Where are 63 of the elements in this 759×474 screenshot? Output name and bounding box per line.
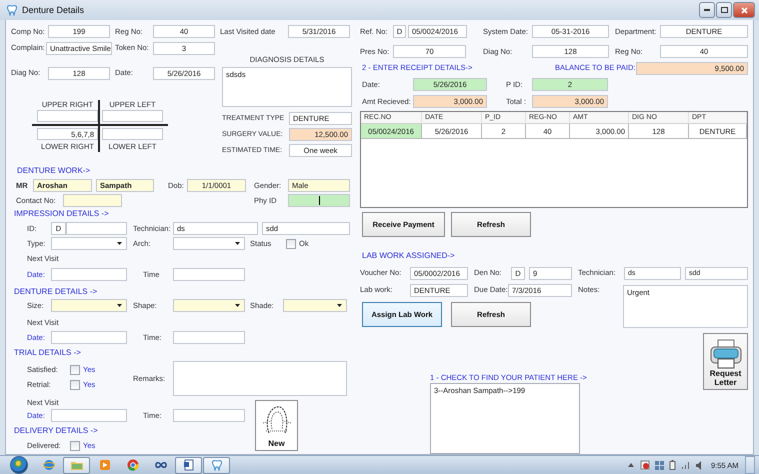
taskbar-button[interactable] [203,456,230,474]
dropdown[interactable] [173,299,245,312]
text-field[interactable] [102,128,163,140]
caret-icon [235,242,240,245]
text-field[interactable] [63,194,122,207]
speaker-icon[interactable] [696,460,703,470]
printer-icon [708,339,742,369]
checkbox[interactable] [286,238,296,248]
caret-icon [235,304,240,307]
tooth-icon [210,459,222,471]
infinity-icon [154,459,166,471]
signal-icon[interactable] [681,460,691,470]
window-title: Denture Details [22,5,86,15]
document-icon [182,459,194,471]
maximize-button[interactable] [716,2,732,18]
section-heading: LAB WORK ASSIGNED-> [362,250,455,262]
text-field[interactable] [37,110,98,122]
dropdown[interactable] [173,237,245,250]
color-wheel-icon [126,459,138,471]
minimize-icon [704,9,710,11]
dropdown[interactable] [51,299,127,312]
text-field[interactable] [51,268,127,281]
close-button[interactable] [733,2,755,18]
text-cursor [318,196,320,205]
battery-icon[interactable] [669,460,676,470]
text-area[interactable] [173,361,347,396]
show-desktop-button[interactable] [744,456,755,474]
text-field[interactable] [102,110,163,122]
caret-icon [117,304,122,307]
text-field[interactable] [173,331,245,344]
folder-icon [70,459,82,471]
play-icon [98,459,110,471]
text-field[interactable] [173,409,245,422]
checkbox[interactable] [70,364,80,374]
minimize-button[interactable] [699,2,715,18]
new-button[interactable]: New [255,400,298,451]
section-heading: TRIAL DETAILS -> [14,347,81,359]
dropdown[interactable] [51,237,127,250]
text-field[interactable] [51,409,127,422]
text-field[interactable] [51,331,127,344]
grid-icon[interactable] [655,460,664,470]
checkbox[interactable] [70,440,80,450]
section-heading: DELIVERY DETAILS -> [14,425,98,437]
section-heading: DENTURE DETAILS -> [14,286,98,298]
text-field[interactable] [288,194,350,207]
globe-icon [42,459,54,471]
text-field[interactable] [173,268,245,281]
close-icon [740,6,748,14]
tooth-icon [6,4,18,16]
dropdown[interactable] [283,299,347,312]
section-heading: DENTURE WORK-> [17,165,90,177]
caret-icon [337,304,342,307]
text-field[interactable] [66,222,127,235]
checkbox[interactable] [70,380,80,390]
start-button[interactable] [10,456,28,474]
taskbar-button[interactable] [63,456,90,474]
taskbar-button[interactable] [175,456,202,474]
maximize-icon [720,7,728,13]
request-letter-button[interactable]: Request Letter [703,333,748,390]
caret-icon [117,242,122,245]
section-heading: IMPRESSION DETAILS -> [14,208,109,220]
arrow-up-icon[interactable] [628,462,634,468]
flag-icon[interactable] [640,460,650,470]
